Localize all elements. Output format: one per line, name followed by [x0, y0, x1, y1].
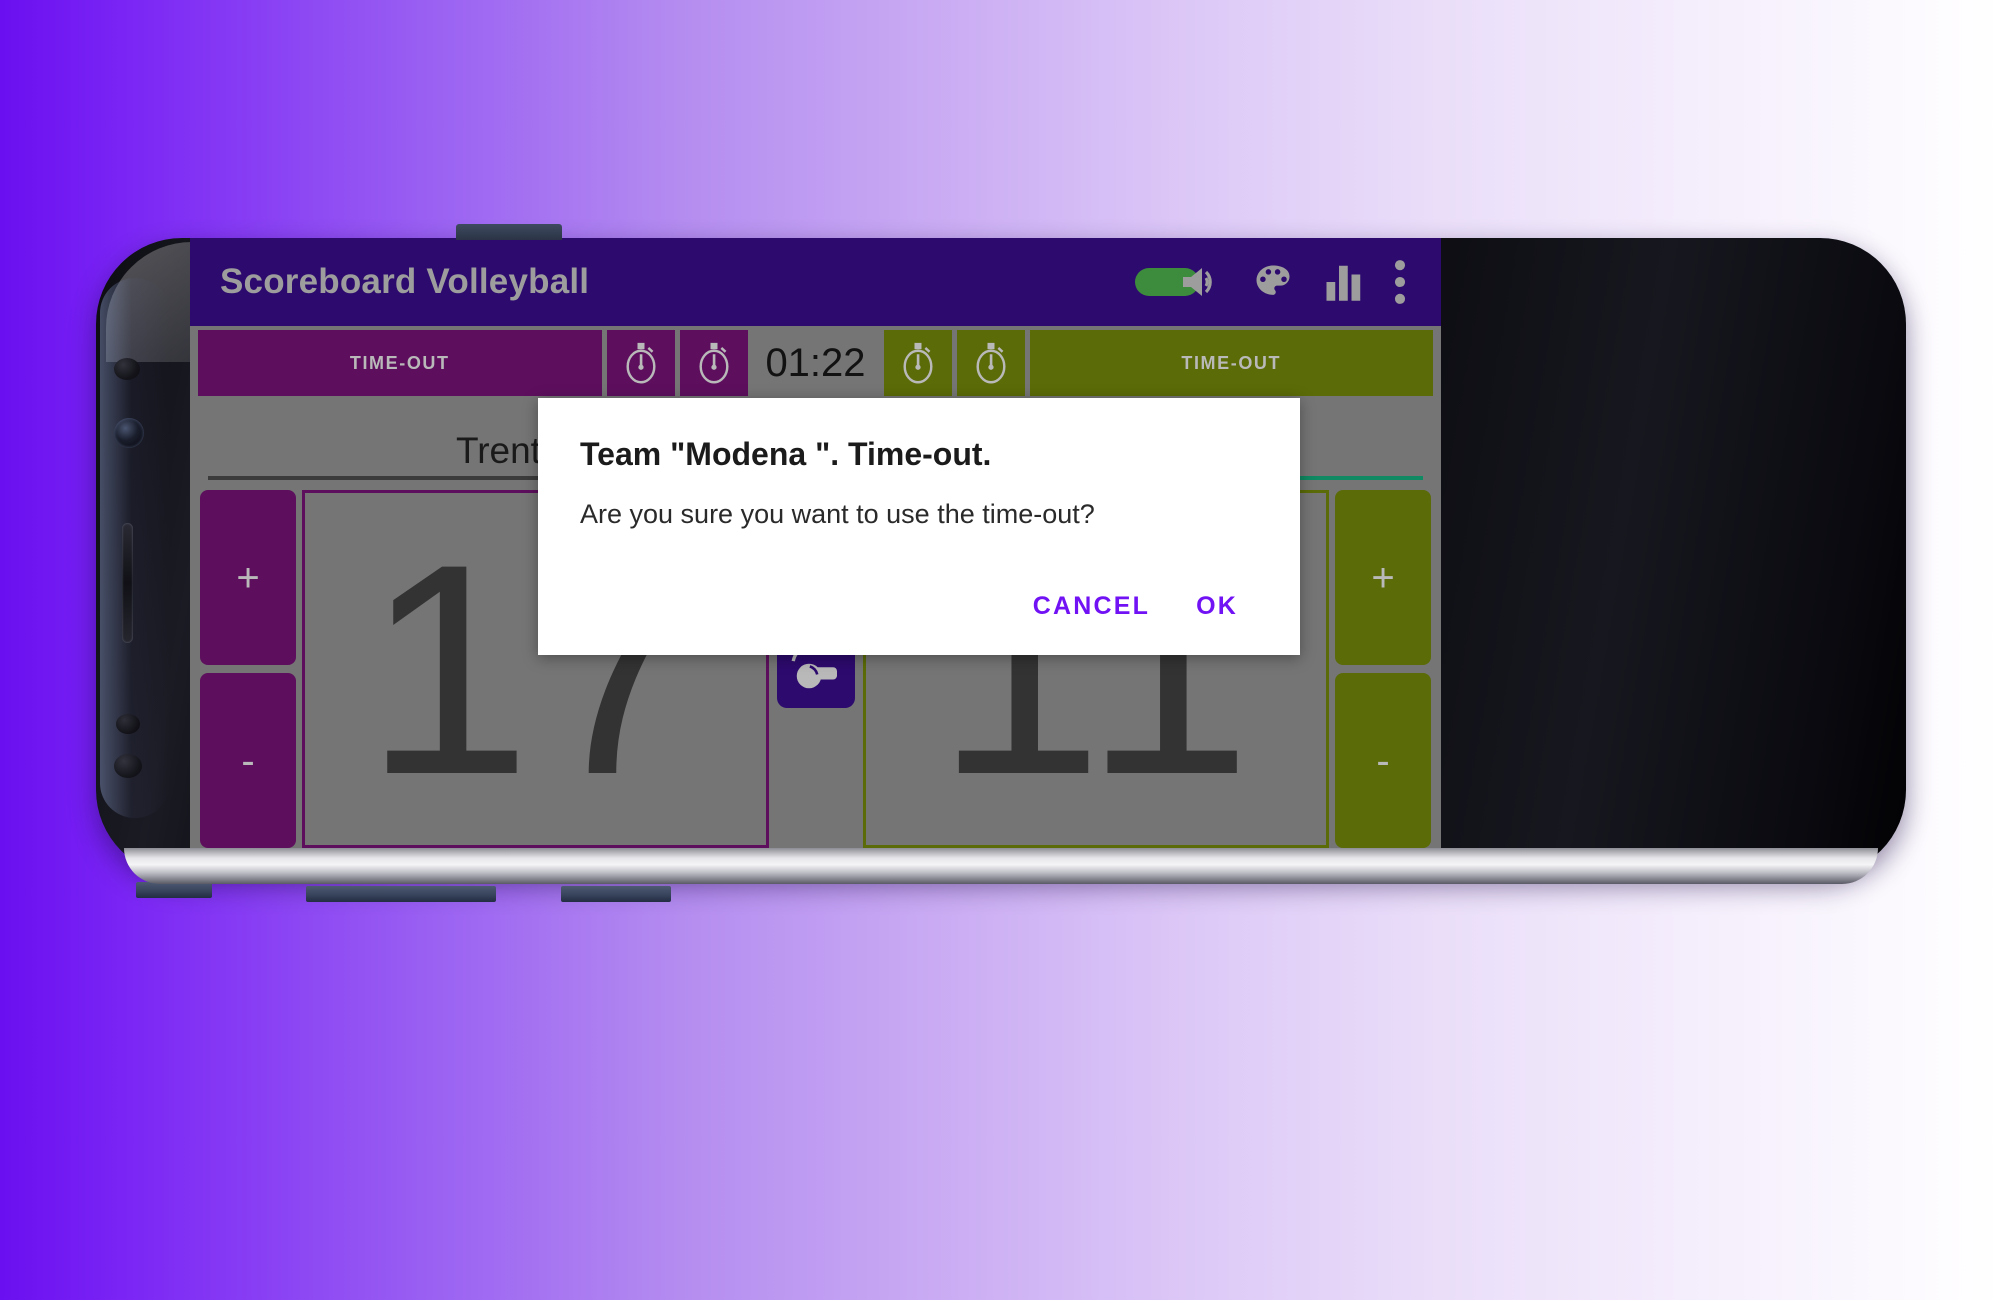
dialog-message: Are you sure you want to use the time-ou…	[580, 499, 1095, 529]
sensor-dot-icon	[116, 714, 140, 734]
app-bar: Scoreboard Volleyball	[190, 238, 1441, 326]
stats-button[interactable]	[1325, 262, 1363, 302]
app-title: Scoreboard Volleyball	[220, 262, 590, 301]
left-minus-button[interactable]: -	[200, 673, 296, 848]
phone-foot	[306, 886, 496, 902]
bar-chart-icon	[1326, 265, 1361, 301]
timeout-button-right[interactable]: TIME-OUT	[1029, 330, 1433, 396]
overflow-menu-button[interactable]	[1393, 259, 1407, 305]
proximity-sensor-icon	[114, 358, 140, 380]
timeout-chip-left-1[interactable]	[606, 330, 675, 396]
sensor-dot-icon	[114, 754, 142, 778]
app-bar-actions	[1135, 259, 1441, 305]
timeout-chip-left-2[interactable]	[679, 330, 748, 396]
more-vert-icon	[1394, 260, 1406, 304]
ok-button[interactable]: OK	[1190, 586, 1244, 627]
stopwatch-icon	[902, 342, 933, 384]
match-clock[interactable]: 01:22	[752, 330, 879, 396]
phone-screen: Scoreboard Volleyball TIME-OUT 01:22 TIM…	[190, 238, 1441, 866]
front-camera-icon	[114, 418, 144, 448]
palette-icon	[1256, 265, 1290, 295]
phone-foot	[136, 882, 212, 898]
stopwatch-icon	[698, 342, 729, 384]
stopwatch-icon	[625, 342, 656, 384]
dialog-title: Team "Modena ". Time-out.	[580, 436, 992, 472]
timeout-chip-right-1[interactable]	[883, 330, 952, 396]
left-plus-button[interactable]: +	[200, 490, 296, 665]
dialog-actions: CANCEL OK	[574, 586, 1264, 645]
right-minus-button[interactable]: -	[1335, 673, 1431, 848]
sound-toggle-button[interactable]	[1135, 262, 1221, 302]
timeout-chip-right-2[interactable]	[956, 330, 1025, 396]
right-score-controls: + -	[1335, 490, 1431, 848]
timeout-bar: TIME-OUT 01:22 TIME-OUT	[190, 326, 1441, 400]
right-plus-button[interactable]: +	[1335, 490, 1431, 665]
phone-foot	[561, 886, 671, 902]
cancel-button[interactable]: CANCEL	[1027, 586, 1156, 627]
phone-device: Scoreboard Volleyball TIME-OUT 01:22 TIM…	[96, 224, 1906, 902]
timeout-button-left[interactable]: TIME-OUT	[198, 330, 602, 396]
left-score-controls: + -	[200, 490, 296, 848]
stopwatch-icon	[975, 342, 1006, 384]
phone-top-nub	[456, 224, 562, 240]
earpiece-speaker	[122, 523, 133, 643]
volume-up-icon	[1183, 268, 1212, 296]
timeout-confirm-dialog: Team "Modena ". Time-out. Are you sure y…	[538, 398, 1300, 655]
phone-bottom-band	[124, 848, 1878, 884]
palette-button[interactable]	[1251, 260, 1295, 304]
